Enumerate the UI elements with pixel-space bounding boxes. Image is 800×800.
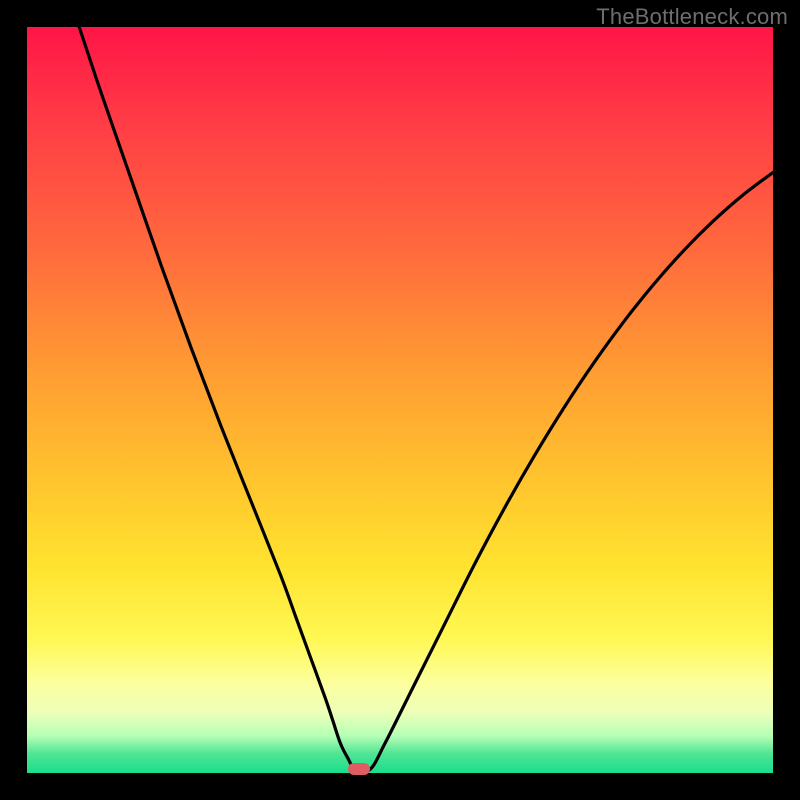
chart-frame: TheBottleneck.com — [0, 0, 800, 800]
plot-area — [27, 27, 773, 773]
optimal-marker-icon — [348, 763, 370, 775]
bottleneck-curve — [27, 27, 773, 773]
